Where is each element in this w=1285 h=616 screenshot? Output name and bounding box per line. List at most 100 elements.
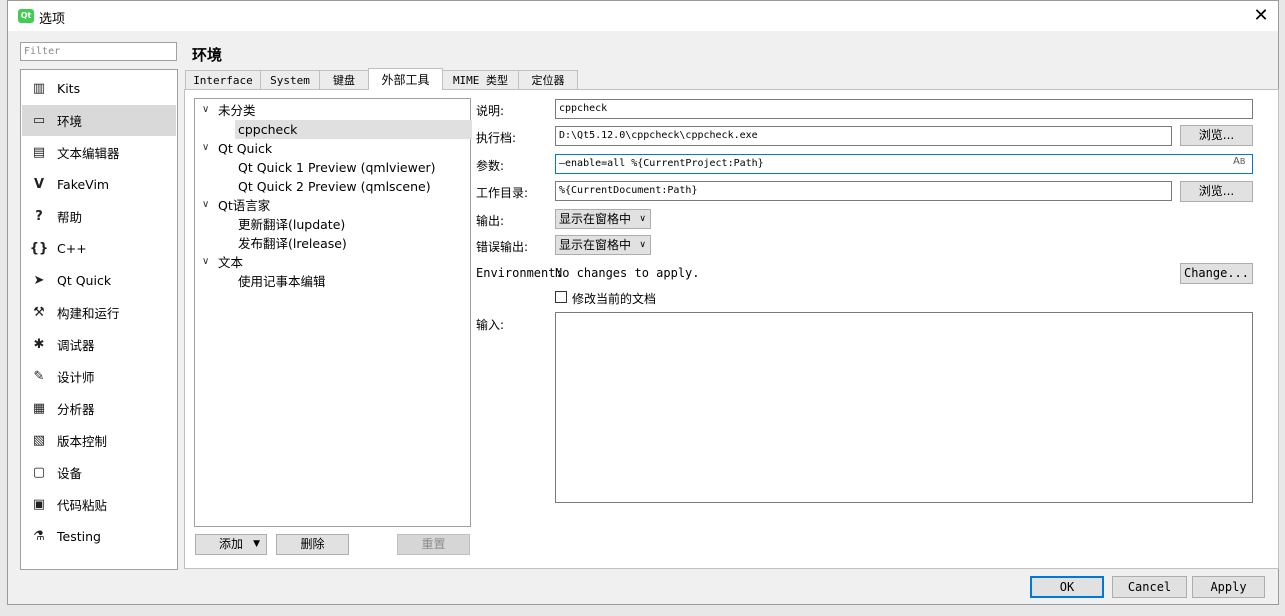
text-editor-icon: ▤ (32, 145, 46, 160)
category-item[interactable]: ▧ 版本控制 (22, 425, 176, 456)
tab[interactable]: MIME 类型 (442, 70, 519, 89)
browse-workdir-button[interactable]: 浏览... (1180, 181, 1253, 202)
input-label: 输入: (476, 318, 505, 332)
category-item[interactable]: ▥ Kits (22, 73, 176, 104)
ok-button[interactable]: OK (1030, 576, 1104, 598)
chevron-down-icon[interactable]: ∨ (202, 256, 209, 267)
variable-chooser-icon[interactable]: AB (1233, 156, 1245, 167)
error-output-select[interactable]: 显示在窗格中 ∨ (555, 235, 651, 255)
description-field[interactable]: cppcheck (555, 99, 1253, 119)
description-label: 说明: (476, 104, 505, 118)
category-label: Qt Quick (57, 273, 112, 288)
category-label: FakeVim (57, 177, 110, 192)
testing-icon: ⚗ (33, 529, 45, 544)
category-label: 构建和运行 (57, 306, 120, 321)
reset-button[interactable]: 重置 (397, 534, 470, 555)
apply-button[interactable]: Apply (1192, 576, 1265, 598)
category-item[interactable]: ▢ 设备 (22, 457, 176, 488)
chevron-down-icon[interactable]: ∨ (202, 142, 209, 153)
tab[interactable]: System (260, 70, 320, 89)
tab[interactable]: 外部工具 (368, 68, 443, 90)
arguments-label: 参数: (476, 159, 505, 173)
error-output-select-value: 显示在窗格中 (559, 238, 632, 252)
hammer-icon: ⚒ (33, 305, 45, 320)
modify-document-checkbox[interactable] (555, 291, 567, 303)
add-button[interactable]: 添加 ▼ (195, 534, 267, 555)
cpp-icon: {} (29, 241, 49, 256)
modify-document-label: 修改当前的文档 (572, 292, 657, 306)
category-label: C++ (57, 241, 87, 256)
external-tools-tree: ∨ 未分类 cppcheck ∨ Qt Quick Qt Quick 1 Preview … (194, 98, 472, 527)
tree-item[interactable]: 使用记事本编辑 (235, 272, 326, 291)
workdir-field[interactable]: %{CurrentDocument:Path} (555, 181, 1172, 201)
environment-value: No changes to apply. (555, 266, 700, 280)
chevron-down-icon[interactable]: ∨ (202, 199, 209, 210)
tree-group[interactable]: 未分类 (218, 101, 256, 120)
window-title: 选项 (39, 12, 66, 27)
input-textarea[interactable] (555, 312, 1253, 503)
category-label: 文本编辑器 (57, 146, 120, 161)
category-item[interactable]: ? 帮助 (22, 201, 176, 232)
category-label: 代码粘贴 (57, 498, 108, 513)
category-item[interactable]: ▣ 代码粘贴 (22, 489, 176, 520)
device-icon: ▢ (32, 465, 46, 480)
options-dialog: Qt 选项 ✕ ▥ Kits ▭ 环境 ▤ 文本编辑器 V FakeVim ? 帮助 {} C++ ➤ Q… (7, 0, 1279, 605)
tree-group[interactable]: 文本 (218, 253, 243, 272)
executable-label: 执行档: (476, 131, 517, 145)
category-label: 设计师 (57, 370, 95, 385)
kits-icon: ▥ (32, 81, 46, 96)
browse-executable-button[interactable]: 浏览... (1180, 125, 1253, 146)
category-item[interactable]: ⚗ Testing (22, 521, 176, 552)
category-label: 环境 (57, 114, 83, 129)
executable-field[interactable]: D:\Qt5.12.0\cppcheck\cppcheck.exe (555, 126, 1172, 146)
chevron-down-icon: ∨ (639, 240, 646, 250)
chevron-down-icon: ∨ (639, 214, 646, 224)
tree-item[interactable]: 发布翻译(lrelease) (235, 234, 347, 253)
version-control-icon: ▧ (32, 433, 46, 448)
clipboard-icon: ▣ (32, 497, 46, 512)
dropdown-arrow-icon: ▼ (253, 539, 260, 549)
qt-logo-icon: Qt (18, 9, 34, 23)
category-item[interactable]: ▭ 环境 (22, 105, 176, 136)
tab[interactable]: 键盘 (319, 70, 369, 89)
category-item[interactable]: ➤ Qt Quick (22, 265, 176, 296)
tree-item[interactable]: Qt Quick 1 Preview (qmlviewer) (235, 158, 436, 177)
cancel-button[interactable]: Cancel (1112, 576, 1187, 598)
tree-item[interactable]: 更新翻译(lupdate) (235, 215, 345, 234)
category-label: 版本控制 (57, 434, 108, 449)
category-item[interactable]: ▤ 文本编辑器 (22, 137, 176, 168)
tab[interactable]: Interface (185, 70, 261, 89)
tree-item[interactable]: Qt Quick 2 Preview (qmlscene) (235, 177, 431, 196)
delete-button[interactable]: 删除 (276, 534, 349, 555)
category-item[interactable]: ⚒ 构建和运行 (22, 297, 176, 328)
chevron-down-icon[interactable]: ∨ (202, 104, 209, 115)
category-list: ▥ Kits ▭ 环境 ▤ 文本编辑器 V FakeVim ? 帮助 {} C++ ➤ Qt Quick ⚒… (20, 69, 178, 570)
qt-quick-icon: ➤ (33, 273, 45, 288)
category-item[interactable]: V FakeVim (22, 169, 176, 200)
environment-label: Environment: (476, 266, 563, 280)
output-select[interactable]: 显示在窗格中 ∨ (555, 209, 651, 229)
filter-input[interactable] (20, 42, 177, 61)
page-title: 环境 (192, 46, 223, 64)
tab[interactable]: 定位器 (518, 70, 578, 89)
category-label: Testing (57, 529, 101, 544)
category-item[interactable]: ▦ 分析器 (22, 393, 176, 424)
bug-icon: ✱ (33, 337, 45, 352)
tree-item[interactable]: cppcheck (235, 120, 472, 139)
monitor-icon: ▭ (32, 113, 46, 128)
change-environment-button[interactable]: Change... (1180, 263, 1253, 284)
category-item[interactable]: {} C++ (22, 233, 176, 264)
output-select-value: 显示在窗格中 (559, 212, 632, 226)
category-label: Kits (57, 81, 81, 96)
fakevim-icon: V (33, 177, 45, 192)
arguments-field[interactable]: —enable=all %{CurrentProject:Path} (555, 154, 1253, 174)
title-bar: Qt 选项 ✕ (8, 1, 1278, 31)
analyzer-icon: ▦ (32, 401, 46, 416)
category-item[interactable]: ✱ 调试器 (22, 329, 176, 360)
tree-group[interactable]: Qt语言家 (218, 196, 270, 215)
category-item[interactable]: ✎ 设计师 (22, 361, 176, 392)
category-label: 设备 (57, 466, 83, 481)
error-output-label: 错误输出: (476, 240, 529, 254)
close-icon[interactable]: ✕ (1248, 3, 1274, 29)
tree-group[interactable]: Qt Quick (218, 139, 272, 158)
